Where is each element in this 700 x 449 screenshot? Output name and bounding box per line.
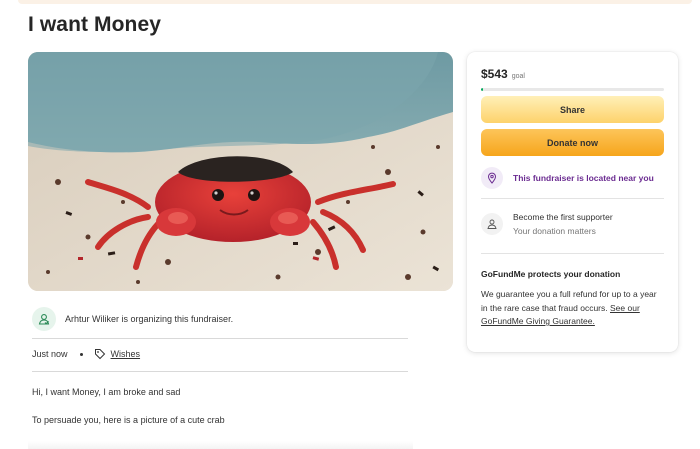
- separator-dot: [79, 352, 83, 356]
- progress-bar: [481, 88, 664, 91]
- category-link[interactable]: Wishes: [111, 349, 141, 359]
- tag-icon: [94, 348, 106, 360]
- divider: [481, 253, 664, 254]
- supporter-subtitle: Your donation matters: [513, 226, 596, 236]
- organizer-text: Arhtur Wiliker is organizing this fundra…: [65, 314, 234, 324]
- divider: [32, 371, 408, 372]
- protection-title: GoFundMe protects your donation: [481, 269, 621, 279]
- fundraiser-photo: [28, 52, 453, 291]
- progress-fill: [481, 88, 483, 91]
- top-strip: [18, 0, 692, 4]
- posted-time: Just now: [32, 349, 68, 359]
- bottom-fade: [28, 441, 413, 449]
- amount-value: $543: [481, 67, 508, 81]
- meta-row: Just now Wishes: [32, 347, 140, 361]
- story-paragraph: Hi, I want Money, I am broke and sad: [32, 387, 181, 397]
- page-title: I want Money: [28, 13, 162, 36]
- supporter-title: Become the first supporter: [513, 212, 613, 222]
- protection-text: We guarantee you a full refund for up to…: [481, 288, 664, 329]
- organizer-icon: [32, 307, 56, 331]
- amount-raised: $543 goal: [481, 67, 525, 81]
- supporter-icon: [481, 213, 503, 235]
- crab-photo: [28, 52, 453, 291]
- donation-card: $543 goal Share Donate now This fundrais…: [467, 52, 678, 352]
- nearby-notice: This fundraiser is located near you: [481, 167, 664, 189]
- nearby-text: This fundraiser is located near you: [513, 173, 654, 183]
- first-supporter: Become the first supporter Your donation…: [481, 210, 664, 240]
- share-button[interactable]: Share: [481, 96, 664, 123]
- location-pin-icon: [481, 167, 503, 189]
- organizer-row: Arhtur Wiliker is organizing this fundra…: [32, 305, 408, 333]
- story-paragraph: To persuade you, here is a picture of a …: [32, 415, 225, 425]
- divider: [481, 198, 664, 199]
- donate-button[interactable]: Donate now: [481, 129, 664, 156]
- divider: [32, 338, 408, 339]
- goal-label: goal: [511, 73, 525, 80]
